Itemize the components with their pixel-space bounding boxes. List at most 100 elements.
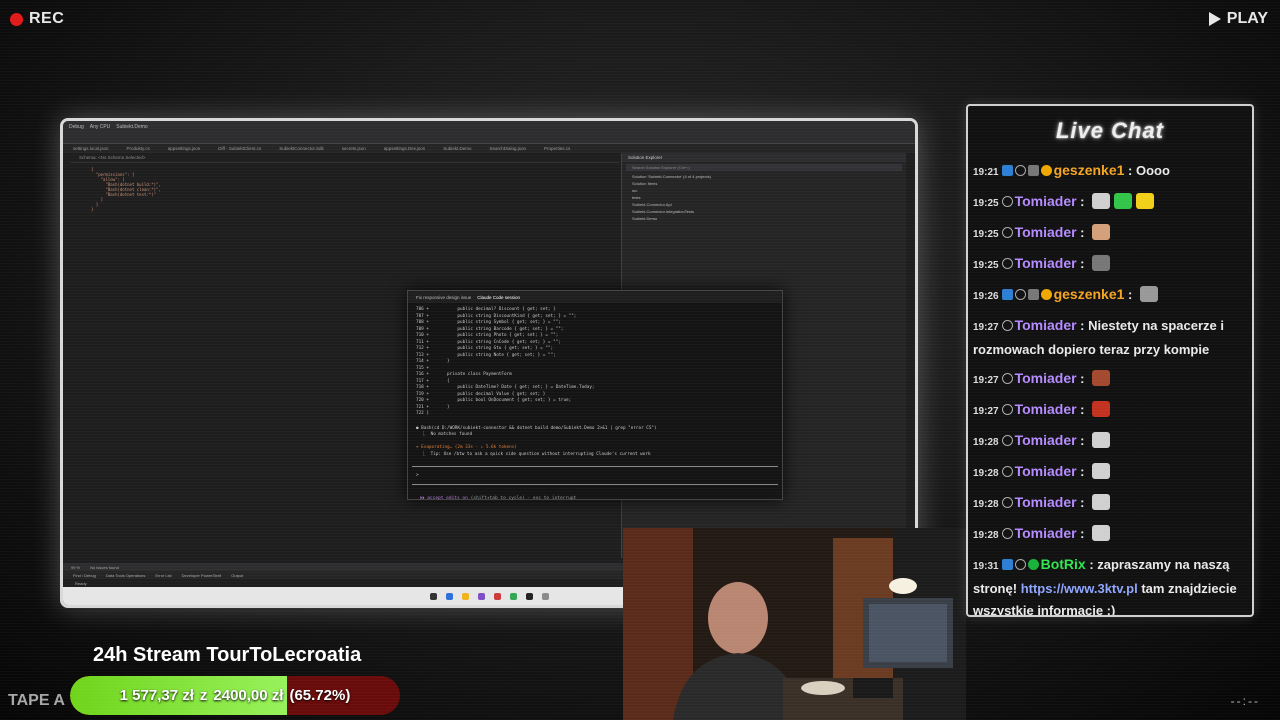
ide-tab[interactable]: Subiekt.Demo xyxy=(443,146,471,151)
bottom-panel-tab[interactable]: Developer PowerShell xyxy=(182,573,222,578)
chat-username[interactable]: Tomiader xyxy=(1015,494,1077,510)
play-icon xyxy=(1208,12,1221,26)
chrome-icon[interactable] xyxy=(509,592,517,600)
emote-icon xyxy=(1092,463,1111,479)
rec-label: REC xyxy=(29,10,65,27)
chat-username[interactable]: geszenke1 xyxy=(1054,286,1125,302)
x-badge-icon xyxy=(1001,497,1013,508)
search-icon[interactable] xyxy=(445,592,453,600)
bottom-panel-tab[interactable]: Error List xyxy=(155,573,171,578)
ide-tab[interactable]: appsettings.json xyxy=(168,146,201,151)
ide-menu-config[interactable]: Debug xyxy=(69,124,84,130)
emote-icon xyxy=(1092,224,1111,240)
solution-tree-item[interactable]: Solution 'Subiekt.Connector' (4 of 4 pro… xyxy=(622,173,906,180)
chat-message: 19:25 Tomiader : xyxy=(968,249,1252,280)
play-indicator: PLAY xyxy=(1208,10,1268,28)
message-time: 19:28 xyxy=(973,530,999,541)
chat-username[interactable]: BotRix xyxy=(1041,556,1086,572)
ide-tab[interactable]: Properties.cs xyxy=(544,146,570,151)
ide-tab[interactable]: SubiektConnector.Sdk xyxy=(279,146,324,151)
emote-icon xyxy=(1139,286,1158,302)
ide-toolbar xyxy=(63,133,915,144)
solution-search-input[interactable]: Search Solution Explorer (Ctrl+;) xyxy=(626,164,902,171)
solution-tree-item[interactable]: Subiekt.Connector.Api xyxy=(622,201,906,208)
message-time: 19:28 xyxy=(973,468,999,479)
chat-username[interactable]: Tomiader xyxy=(1015,370,1077,386)
ide-tab[interactable]: secrets.json xyxy=(342,146,366,151)
x-badge-icon xyxy=(1001,373,1013,384)
terminal-tab-2[interactable]: Claude Code session xyxy=(477,295,520,300)
message-link[interactable]: https://www.3ktv.pl xyxy=(1021,581,1138,596)
ide-tab[interactable]: appsettings.Dev.json xyxy=(384,146,425,151)
terminal-tabs: Fix responsive design issue Claude Code … xyxy=(408,291,782,303)
chat-username[interactable]: Tomiader xyxy=(1015,317,1077,333)
ide-tab[interactable]: Produkty.cs xyxy=(127,146,150,151)
chat-username[interactable]: Tomiader xyxy=(1015,401,1077,417)
x-badge-icon xyxy=(1014,289,1026,300)
solution-tree-item[interactable]: src xyxy=(622,187,906,194)
terminal-tab-1[interactable]: Fix responsive design issue xyxy=(416,295,471,300)
editor-code: { "permissions": { "allow": [ "Bash(dotn… xyxy=(71,163,619,216)
goal-percent: (65.72%) xyxy=(289,687,351,704)
bottom-panel-tab[interactable]: Output xyxy=(231,573,243,578)
solution-tree-item[interactable]: Subiekt.Connector.IntegrationTests xyxy=(622,208,906,215)
chat-username[interactable]: geszenke1 xyxy=(1054,162,1125,178)
message-time: 19:31 xyxy=(973,561,999,572)
terminal-output: 706 + public decimal? Discount { get; se… xyxy=(408,303,782,422)
chat-username[interactable]: Tomiader xyxy=(1015,432,1077,448)
box-badge-icon xyxy=(1027,165,1039,176)
message-time: 19:27 xyxy=(973,322,999,333)
chat-title: Live Chat xyxy=(1055,118,1165,143)
prime-badge-icon xyxy=(1001,165,1013,176)
bottom-panel-tab[interactable]: Data Tools Operations xyxy=(106,573,146,578)
app-icon[interactable] xyxy=(493,592,501,600)
accept-edits-label: ⏵⏵ accept edits on xyxy=(420,496,468,501)
solution-explorer-title: Solution Explorer xyxy=(622,153,906,162)
issues-status[interactable]: No issues found xyxy=(90,565,119,570)
terminal-prompt-input[interactable]: > xyxy=(408,471,782,480)
emote-icon xyxy=(1092,255,1111,271)
x-badge-icon xyxy=(1014,559,1026,570)
chat-message: 19:28 Tomiader : xyxy=(968,519,1252,550)
message-time: 19:28 xyxy=(973,499,999,510)
chat-message: 19:21 geszenke1 : Oooo xyxy=(973,162,1170,178)
terminal-icon[interactable] xyxy=(525,592,533,600)
solution-tree-item[interactable]: Subiekt.Demo xyxy=(622,215,906,222)
box-badge-icon xyxy=(1027,289,1039,300)
chat-username[interactable]: Tomiader xyxy=(1015,193,1077,209)
ide-menu-project[interactable]: Subiekt.Demo xyxy=(116,124,147,130)
x-badge-icon xyxy=(1001,528,1013,539)
terminal-code-line: 722 } xyxy=(416,411,429,416)
ide-tab[interactable]: Diff - SubiektClient.cs xyxy=(218,146,261,151)
x-badge-icon xyxy=(1001,435,1013,446)
start-icon[interactable] xyxy=(429,592,437,600)
accept-edits-status: ⏵⏵ accept edits on (shift+tab to cycle) … xyxy=(408,489,782,507)
ide-menu-platform[interactable]: Any CPU xyxy=(90,124,111,130)
emote-icon xyxy=(1114,193,1133,209)
chat-username[interactable]: Tomiader xyxy=(1015,463,1077,479)
ide-tab[interactable]: SearchDialog.json xyxy=(489,146,526,151)
chat-username[interactable]: Tomiader xyxy=(1015,525,1077,541)
terminal-divider-2 xyxy=(412,484,778,485)
goal-separator: z xyxy=(199,687,208,704)
schema-label: Schema: <No Schema Selected> xyxy=(71,153,619,163)
zoom-level[interactable]: 99 % xyxy=(71,565,80,570)
solution-tree-item[interactable]: Solution Items xyxy=(622,180,906,187)
chat-username[interactable]: Tomiader xyxy=(1015,224,1077,240)
chat-username[interactable]: Tomiader xyxy=(1015,255,1077,271)
emote-icon xyxy=(1092,525,1111,541)
ide-tab[interactable]: settings.local.json xyxy=(73,146,109,151)
live-chat-panel: Live Chat 19:21 geszenke1 : Oooo 19:25 Tomi… xyxy=(966,104,1254,617)
emote-icon xyxy=(1136,193,1155,209)
settings-icon[interactable] xyxy=(541,592,549,600)
message-time: 19:21 xyxy=(973,167,999,178)
explorer-icon[interactable] xyxy=(461,592,469,600)
bottom-panel-tab[interactable]: Find / Debug xyxy=(73,573,96,578)
visual-studio-icon[interactable] xyxy=(477,592,485,600)
terminal-divider xyxy=(412,466,778,467)
message-time: 19:25 xyxy=(973,198,999,209)
solution-tree-item[interactable]: tests xyxy=(622,194,906,201)
check-badge-icon xyxy=(1027,559,1039,570)
play-label: PLAY xyxy=(1226,10,1268,27)
rec-dot-icon xyxy=(10,12,23,26)
